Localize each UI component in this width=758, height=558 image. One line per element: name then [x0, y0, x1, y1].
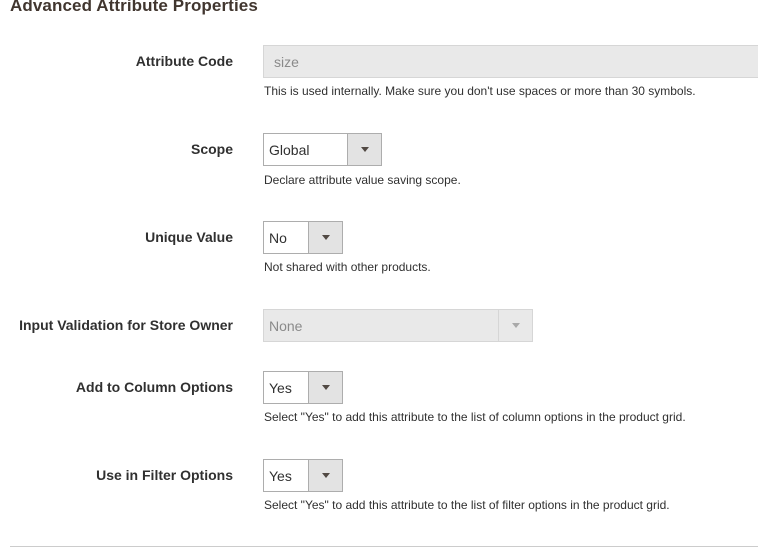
input-validation-select[interactable]: None	[263, 309, 533, 342]
input-validation-select-arrow	[498, 310, 532, 341]
scope-select[interactable]: Global	[263, 133, 382, 166]
scope-select-value: Global	[269, 141, 310, 158]
section-title: Advanced Attribute Properties	[10, 0, 258, 15]
input-validation-label: Input Validation for Store Owner	[19, 317, 233, 333]
chevron-down-icon	[321, 385, 330, 390]
chevron-down-icon	[511, 323, 520, 328]
column-options-label: Add to Column Options	[75, 379, 233, 395]
attribute-code-label: Attribute Code	[135, 53, 233, 69]
section-divider	[10, 546, 758, 547]
column-options-select-value: Yes	[269, 379, 292, 396]
filter-options-select-arrow[interactable]	[308, 460, 342, 491]
chevron-down-icon	[321, 473, 330, 478]
filter-options-note: Select "Yes" to add this attribute to th…	[264, 498, 670, 512]
unique-value-label: Unique Value	[145, 229, 233, 245]
scope-select-arrow[interactable]	[347, 134, 381, 165]
filter-options-select-value: Yes	[269, 467, 292, 484]
attribute-code-input[interactable]	[263, 45, 758, 78]
input-validation-select-value: None	[269, 317, 303, 334]
column-options-note: Select "Yes" to add this attribute to th…	[264, 410, 686, 424]
filter-options-select[interactable]: Yes	[263, 459, 343, 492]
unique-value-select-arrow[interactable]	[308, 222, 342, 253]
filter-options-label: Use in Filter Options	[96, 467, 233, 483]
attribute-code-note: This is used internally. Make sure you d…	[264, 84, 696, 98]
scope-note: Declare attribute value saving scope.	[264, 173, 461, 187]
column-options-select-arrow[interactable]	[308, 372, 342, 403]
scope-label: Scope	[190, 141, 233, 157]
chevron-down-icon	[360, 147, 369, 152]
unique-value-note: Not shared with other products.	[264, 260, 431, 274]
chevron-down-icon	[321, 235, 330, 240]
column-options-select[interactable]: Yes	[263, 371, 343, 404]
unique-value-select-value: No	[269, 229, 287, 246]
unique-value-select[interactable]: No	[263, 221, 343, 254]
